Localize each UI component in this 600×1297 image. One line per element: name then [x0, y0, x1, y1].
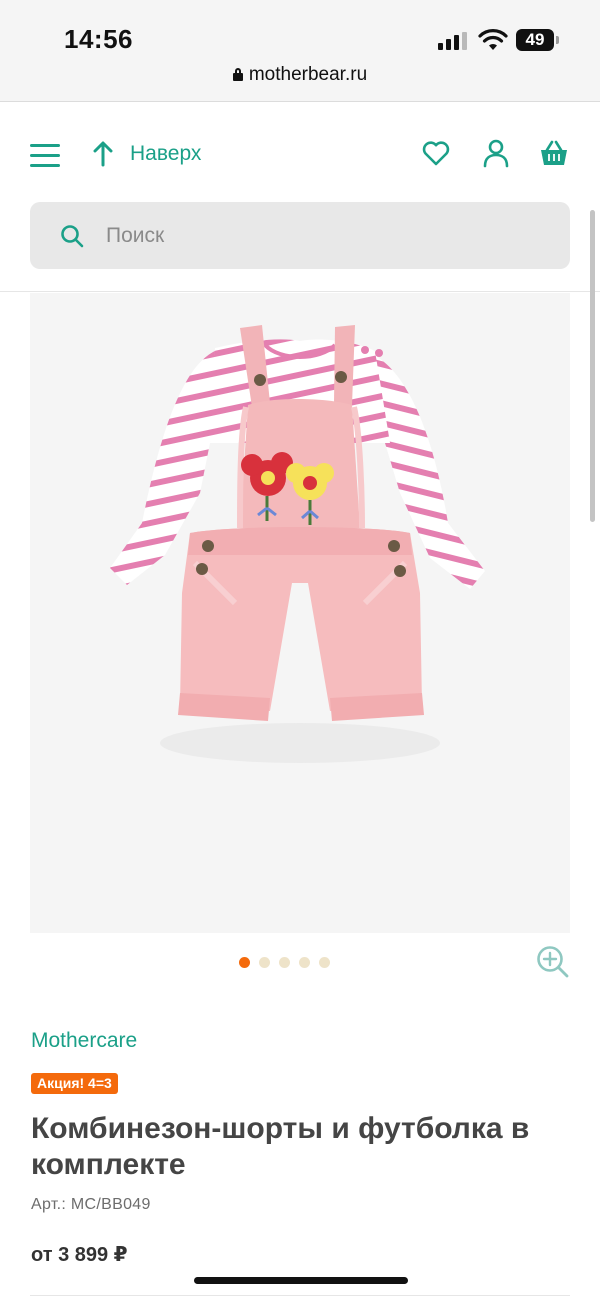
product-price: от 3 899 ₽ — [31, 1244, 128, 1266]
product-photo — [30, 293, 570, 933]
scroll-to-top-label: Наверх — [130, 142, 202, 165]
gallery-dot-5[interactable] — [319, 957, 330, 968]
scroll-to-top-link[interactable]: Наверх — [92, 138, 201, 170]
search-input[interactable] — [106, 202, 546, 269]
promo-badge: Акция! 4=3 — [31, 1073, 118, 1094]
status-time: 14:56 — [64, 24, 133, 54]
basket-icon[interactable] — [539, 138, 569, 168]
brand-link[interactable]: Mothercare — [31, 1029, 137, 1053]
wifi-icon — [478, 29, 508, 50]
heart-icon[interactable] — [421, 138, 451, 168]
browser-status-bar: 14:56 49 motherbear.ru — [0, 0, 600, 102]
battery-level: 49 — [525, 30, 545, 49]
gallery-dot-3[interactable] — [279, 957, 290, 968]
battery-icon: 49 — [516, 29, 560, 51]
search-bar[interactable] — [30, 202, 570, 269]
product-title: Комбинезон-шорты и футболка в комплекте — [31, 1112, 530, 1181]
divider — [30, 1295, 570, 1296]
zoom-in-icon[interactable] — [536, 945, 570, 979]
product-sku: Арт.: MC/BB049 — [31, 1196, 151, 1213]
gallery-dot-1[interactable] — [239, 957, 250, 968]
home-indicator[interactable] — [194, 1277, 408, 1284]
lock-icon — [232, 68, 243, 81]
gallery-pagination — [239, 957, 330, 969]
site-header: Наверх — [0, 102, 600, 292]
hamburger-menu-icon[interactable] — [30, 142, 60, 168]
search-icon — [61, 225, 84, 248]
url-bar[interactable]: motherbear.ru — [0, 64, 600, 86]
user-icon[interactable] — [481, 138, 511, 168]
page-scrollbar[interactable] — [590, 210, 595, 522]
url-text: motherbear.ru — [248, 64, 368, 85]
gallery-dot-4[interactable] — [299, 957, 310, 968]
signal-icon — [438, 32, 468, 50]
arrow-up-icon — [93, 141, 113, 167]
product-image[interactable] — [30, 293, 570, 933]
gallery-dot-2[interactable] — [259, 957, 270, 968]
